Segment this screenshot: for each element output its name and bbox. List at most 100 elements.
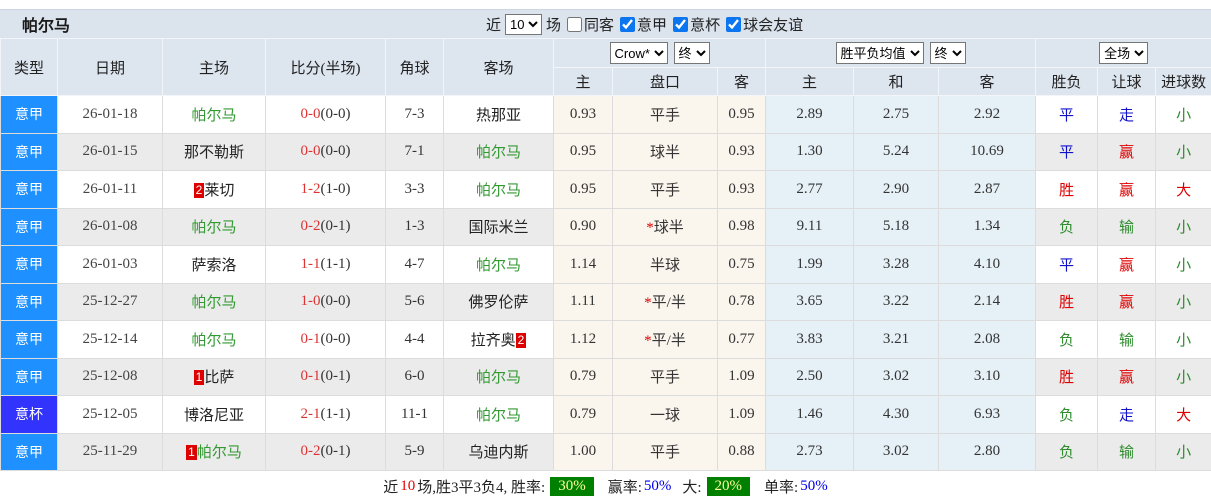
star-marker: * <box>646 220 654 236</box>
table-row: 意甲25-12-27帕尔马1-0(0-0)5-6佛罗伦萨1.11*平/半0.78… <box>1 283 1211 321</box>
match-date: 25-12-27 <box>58 283 163 321</box>
result-goals: 大 <box>1156 396 1211 434</box>
match-date: 26-01-03 <box>58 246 163 284</box>
odd-rate: 50% <box>800 478 828 495</box>
handicap-line: 平手 <box>613 433 718 471</box>
team-name: 帕尔马 <box>476 370 521 386</box>
col-header-type: 类型 <box>1 39 58 96</box>
checkbox-input[interactable] <box>673 17 688 32</box>
result-goals: 小 <box>1156 321 1211 359</box>
table-header: 类型 日期 主场 比分(半场) 角球 客场 Crow*终 胜平负均值终 全场 主… <box>1 39 1211 96</box>
home-team: 1帕尔马 <box>163 433 266 471</box>
summary-recent-count: 10 <box>400 478 415 495</box>
top-strip <box>0 0 1211 10</box>
result-winlose: 平 <box>1036 246 1098 284</box>
avg-draw: 2.90 <box>854 171 939 209</box>
filter-checkbox-意甲[interactable]: 意甲 <box>620 14 667 35</box>
filter-checkbox-同客[interactable]: 同客 <box>567 14 614 35</box>
subcol-odds-away: 客 <box>718 68 766 96</box>
avg-away: 4.10 <box>939 246 1036 284</box>
fulltime-score: 2-1 <box>301 406 321 422</box>
away-team: 拉齐奥2 <box>444 321 554 359</box>
team-name: 那不勒斯 <box>184 145 244 161</box>
home-team: 2莱切 <box>163 171 266 209</box>
avg-draw: 3.02 <box>854 358 939 396</box>
team-name: 帕尔马 <box>476 145 521 161</box>
col-header-away: 客场 <box>444 39 554 96</box>
league-type-badge: 意甲 <box>1 96 58 134</box>
odds-home: 1.11 <box>554 283 613 321</box>
halftime-score: (1-1) <box>321 406 351 422</box>
away-team: 乌迪内斯 <box>444 433 554 471</box>
rank-badge: 1 <box>186 445 197 460</box>
home-team: 帕尔马 <box>163 208 266 246</box>
team-name: 帕尔马 <box>191 333 236 349</box>
odds-home: 0.95 <box>554 133 613 171</box>
checkbox-input[interactable] <box>620 17 635 32</box>
summary-text: 单率: <box>764 476 798 497</box>
odds-away: 0.78 <box>718 283 766 321</box>
table-row: 意甲26-01-03萨索洛1-1(1-1)4-7帕尔马1.14半球0.751.9… <box>1 246 1211 284</box>
odds-stage-select[interactable]: 终 <box>674 42 710 64</box>
odds-away: 0.75 <box>718 246 766 284</box>
checkbox-input[interactable] <box>726 17 741 32</box>
recent-count-select[interactable]: 10 <box>505 14 542 35</box>
rank-badge: 2 <box>516 333 527 348</box>
home-team: 萨索洛 <box>163 246 266 284</box>
period-select[interactable]: 全场 <box>1099 42 1148 64</box>
avg-home: 1.99 <box>766 246 854 284</box>
match-score: 0-2(0-1) <box>266 433 386 471</box>
team-name: 佛罗伦萨 <box>468 295 528 311</box>
win-rate-badge: 30% <box>550 477 594 496</box>
result-goals: 小 <box>1156 208 1211 246</box>
league-type-badge: 意甲 <box>1 246 58 284</box>
match-date: 26-01-11 <box>58 171 163 209</box>
avg-away: 10.69 <box>939 133 1036 171</box>
avg-away: 2.80 <box>939 433 1036 471</box>
filter-checkbox-球会友谊[interactable]: 球会友谊 <box>726 14 803 35</box>
bookmaker-select[interactable]: Crow* <box>610 42 668 64</box>
avg-home: 1.46 <box>766 396 854 434</box>
table-row: 意甲26-01-15那不勒斯0-0(0-0)7-1帕尔马0.95球半0.931.… <box>1 133 1211 171</box>
corner-score: 4-7 <box>386 246 444 284</box>
away-team: 帕尔马 <box>444 171 554 209</box>
handicap-line: 平手 <box>613 96 718 134</box>
team-name: 帕尔马 <box>476 258 521 274</box>
league-type-badge: 意甲 <box>1 433 58 471</box>
corner-score: 1-3 <box>386 208 444 246</box>
away-team: 佛罗伦萨 <box>444 283 554 321</box>
odds-away: 1.09 <box>718 396 766 434</box>
avg-away: 2.87 <box>939 171 1036 209</box>
table-row: 意甲25-12-081比萨0-1(0-1)6-0帕尔马0.79平手1.092.5… <box>1 358 1211 396</box>
home-team: 1比萨 <box>163 358 266 396</box>
checkbox-input[interactable] <box>567 17 582 32</box>
match-score: 0-0(0-0) <box>266 133 386 171</box>
match-score: 2-1(1-1) <box>266 396 386 434</box>
table-row: 意甲25-11-291帕尔马0-2(0-1)5-9乌迪内斯1.00平手0.882… <box>1 433 1211 471</box>
fulltime-score: 0-2 <box>301 218 321 234</box>
filter-checkbox-意杯[interactable]: 意杯 <box>673 14 720 35</box>
handicap-line: 一球 <box>613 396 718 434</box>
result-goals: 小 <box>1156 246 1211 284</box>
handicap-line: 球半 <box>613 133 718 171</box>
avg-type-select[interactable]: 胜平负均值 <box>836 42 924 64</box>
corner-score: 6-0 <box>386 358 444 396</box>
away-team: 帕尔马 <box>444 396 554 434</box>
fulltime-score: 1-2 <box>301 181 321 197</box>
avg-stage-select[interactable]: 终 <box>930 42 966 64</box>
matches-label: 场 <box>546 14 561 35</box>
avg-home: 2.50 <box>766 358 854 396</box>
odds-away: 0.93 <box>718 133 766 171</box>
avg-draw: 3.22 <box>854 283 939 321</box>
result-handicap: 赢 <box>1098 246 1156 284</box>
col-header-home: 主场 <box>163 39 266 96</box>
match-date: 26-01-08 <box>58 208 163 246</box>
col-header-score: 比分(半场) <box>266 39 386 96</box>
fulltime-score: 0-1 <box>301 331 321 347</box>
table-row: 意甲26-01-112莱切1-2(1-0)3-3帕尔马0.95平手0.932.7… <box>1 171 1211 209</box>
result-winlose: 负 <box>1036 433 1098 471</box>
avg-group-header: 胜平负均值终 <box>766 39 1036 68</box>
team-name: 乌迪内斯 <box>468 445 528 461</box>
halftime-score: (0-1) <box>321 368 351 384</box>
handicap-line: 平手 <box>613 358 718 396</box>
